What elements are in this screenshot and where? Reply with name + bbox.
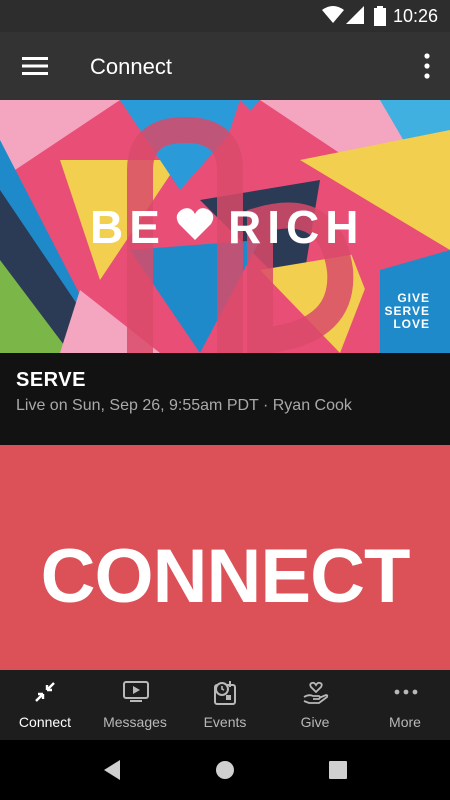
nav-label: Messages (103, 714, 167, 730)
serve-card[interactable]: SERVE Live on Sun, Sep 26, 9:55am PDT · … (0, 353, 450, 445)
signal-icon (346, 6, 364, 24)
connect-card-text: CONNECT (40, 534, 411, 619)
nav-item-messages[interactable]: Messages (90, 670, 180, 740)
bottom-navigation: Connect Messages Events Give More (0, 670, 450, 740)
nav-label: Give (300, 714, 330, 730)
wifi-icon (322, 6, 344, 23)
nav-item-more[interactable]: More (360, 670, 450, 740)
heart-hand-icon (303, 681, 329, 704)
tv-play-icon (123, 681, 149, 702)
nav-label: More (389, 714, 421, 730)
calendar-clock-icon (214, 681, 236, 705)
nav-label: Connect (18, 714, 72, 730)
nav-label: Events (203, 714, 247, 730)
connect-icon (35, 682, 55, 702)
heart-icon (176, 208, 214, 240)
serve-subtitle: Live on Sun, Sep 26, 9:55am PDT · Ryan C… (16, 397, 352, 414)
hamburger-menu-icon[interactable] (22, 56, 48, 76)
overflow-menu-icon[interactable] (422, 52, 432, 80)
page-title: Connect (90, 54, 172, 79)
status-bar: 10:26 (0, 0, 450, 32)
home-icon[interactable] (215, 760, 235, 780)
back-icon[interactable] (102, 760, 122, 780)
banner-tagline: GIVE SERVE LOVE (385, 292, 430, 331)
banner-headline-left: BE (90, 201, 166, 253)
tagline-love: LOVE (393, 317, 430, 331)
nav-item-connect[interactable]: Connect (0, 670, 90, 740)
system-navigation-bar (0, 740, 450, 800)
nav-item-events[interactable]: Events (180, 670, 270, 740)
nav-item-give[interactable]: Give (270, 670, 360, 740)
banner-headline-right: RICH (228, 201, 365, 253)
app-bar: Connect (0, 32, 450, 100)
more-horizontal-icon (394, 689, 418, 695)
battery-icon (374, 6, 386, 26)
recents-icon[interactable] (328, 760, 348, 780)
serve-title: SERVE (16, 369, 86, 391)
sermon-series-banner[interactable]: BE RICH GIVE SERVE LOVE (0, 100, 450, 353)
clock: 10:26 (392, 6, 438, 26)
connect-card[interactable]: CONNECT (0, 445, 450, 670)
